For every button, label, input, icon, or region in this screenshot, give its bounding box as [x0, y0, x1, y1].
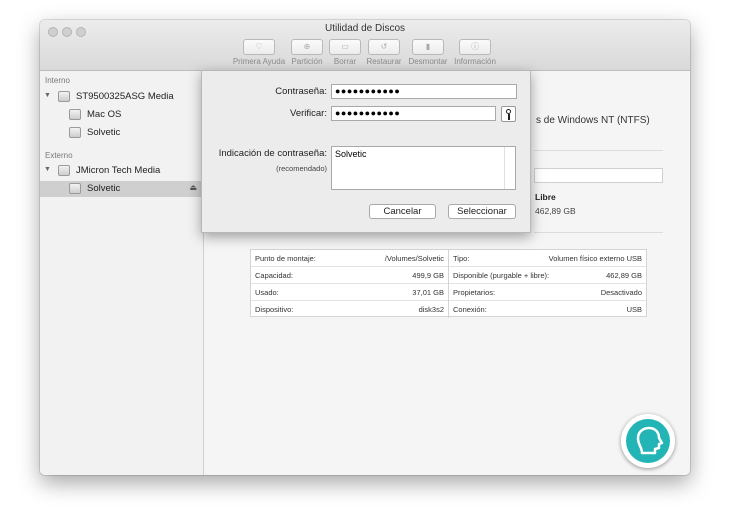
disclosure-triangle-icon[interactable]: ▼ — [44, 92, 51, 99]
info-key: Usado: — [255, 288, 279, 297]
select-button[interactable]: Seleccionar — [448, 204, 516, 219]
info-right-column: Tipo: Volumen físico externo USB Disponi… — [449, 250, 646, 318]
free-space-value: 462,89 GB — [535, 206, 576, 216]
table-row: Usado: 37,01 GB — [251, 284, 448, 301]
sidebar-item-label: JMicron Tech Media — [76, 165, 161, 176]
solvetic-logo — [621, 414, 675, 468]
info-value: Desactivado — [600, 288, 642, 297]
usage-bar — [534, 168, 663, 183]
sidebar-item-label: Mac OS — [87, 109, 122, 120]
info-label: Información — [454, 57, 496, 66]
sidebar: Interno ▼ ST9500325ASG Media Mac OS Solv… — [40, 71, 204, 475]
first-aid-label: Primera Ayuda — [232, 57, 286, 66]
info-key: Disponible (purgable + libre): — [453, 271, 550, 280]
info-key: Propietarios: — [453, 288, 496, 297]
sidebar-item-solvetic-internal[interactable]: Solvetic — [40, 125, 203, 141]
sidebar-item-mac-os[interactable]: Mac OS — [40, 107, 203, 123]
hint-text: Solvetic — [335, 149, 367, 159]
password-field[interactable]: ●●●●●●●●●●● — [331, 84, 517, 99]
info-left-column: Punto de montaje: /Volumes/Solvetic Capa… — [251, 250, 448, 318]
unmount-button[interactable]: ▮ Desmontar — [401, 39, 455, 66]
restore-icon: ↺ — [368, 39, 400, 55]
info-value: Volumen físico externo USB — [548, 254, 642, 263]
unmount-icon: ▮ — [412, 39, 444, 55]
sidebar-item-solvetic-external[interactable]: Solvetic ⏏ — [40, 181, 203, 197]
disclosure-triangle-icon[interactable]: ▼ — [44, 166, 51, 173]
logo-circle — [626, 419, 670, 463]
volume-info-table: Punto de montaje: /Volumes/Solvetic Capa… — [250, 249, 647, 318]
volume-icon — [69, 109, 81, 120]
sidebar-item-label: ST9500325ASG Media — [76, 91, 174, 102]
free-space-title: Libre — [535, 192, 556, 202]
volume-icon — [69, 183, 81, 194]
hint-recommended-label: (recomendado) — [276, 164, 327, 173]
sidebar-header-internal: Interno — [45, 76, 70, 85]
table-row: Capacidad: 499,9 GB — [251, 267, 448, 284]
info-value: 37,01 GB — [412, 288, 444, 297]
hint-scrollbar[interactable] — [504, 147, 505, 189]
first-aid-button[interactable]: ♡ Primera Ayuda — [232, 39, 286, 66]
volume-icon — [69, 127, 81, 138]
info-key: Punto de montaje: — [255, 254, 316, 263]
password-assistant-button[interactable] — [501, 106, 516, 122]
info-key: Tipo: — [453, 254, 470, 263]
sidebar-item-label: Solvetic — [87, 127, 121, 138]
sidebar-item-label: Solvetic — [87, 183, 121, 194]
info-key: Dispositivo: — [255, 305, 294, 314]
volume-format-text: s de Windows NT (NTFS) — [536, 115, 650, 126]
window-title: Utilidad de Discos — [324, 23, 406, 34]
table-row: Disponible (purgable + libre): 462,89 GB — [449, 267, 646, 284]
verify-label: Verificar: — [290, 108, 327, 119]
hint-label: Indicación de contraseña: — [218, 148, 327, 159]
info-key: Capacidad: — [255, 271, 293, 280]
stethoscope-icon: ♡ — [243, 39, 275, 55]
encryption-password-sheet: Contraseña: ●●●●●●●●●●● Verificar: ●●●●●… — [201, 70, 531, 233]
divider — [534, 232, 663, 233]
table-row: Conexión: USB — [449, 301, 646, 318]
info-value: 499,9 GB — [412, 271, 444, 280]
sidebar-item-jmicron-tech-media[interactable]: ▼ JMicron Tech Media — [40, 163, 203, 179]
table-row: Punto de montaje: /Volumes/Solvetic — [251, 250, 448, 267]
title-bar: Utilidad de Discos ♡ Primera Ayuda ⊕ Par… — [40, 20, 690, 71]
hard-disk-icon — [58, 91, 70, 102]
external-disk-icon — [58, 165, 70, 176]
table-row: Propietarios: Desactivado — [449, 284, 646, 301]
password-hint-input[interactable]: Solvetic — [331, 146, 516, 190]
info-key: Conexión: — [453, 305, 487, 314]
info-value: /Volumes/Solvetic — [384, 254, 444, 263]
verify-password-field[interactable]: ●●●●●●●●●●● — [331, 106, 496, 121]
info-value: USB — [626, 305, 642, 314]
info-icon: ⓘ — [459, 39, 491, 55]
info-value: 462,89 GB — [606, 271, 642, 280]
divider — [534, 150, 663, 151]
person-silhouette-icon — [636, 426, 664, 455]
unmount-label: Desmontar — [408, 57, 448, 66]
table-row: Dispositivo: disk3s2 — [251, 301, 448, 318]
password-label: Contraseña: — [275, 86, 327, 97]
info-button[interactable]: ⓘ Información — [448, 39, 502, 66]
sidebar-header-external: Externo — [45, 151, 73, 160]
info-value: disk3s2 — [418, 305, 444, 314]
eject-icon[interactable]: ⏏ — [189, 183, 197, 192]
cancel-button[interactable]: Cancelar — [369, 204, 436, 219]
table-row: Tipo: Volumen físico externo USB — [449, 250, 646, 267]
sidebar-item-st9500325asg-media[interactable]: ▼ ST9500325ASG Media — [40, 89, 203, 105]
